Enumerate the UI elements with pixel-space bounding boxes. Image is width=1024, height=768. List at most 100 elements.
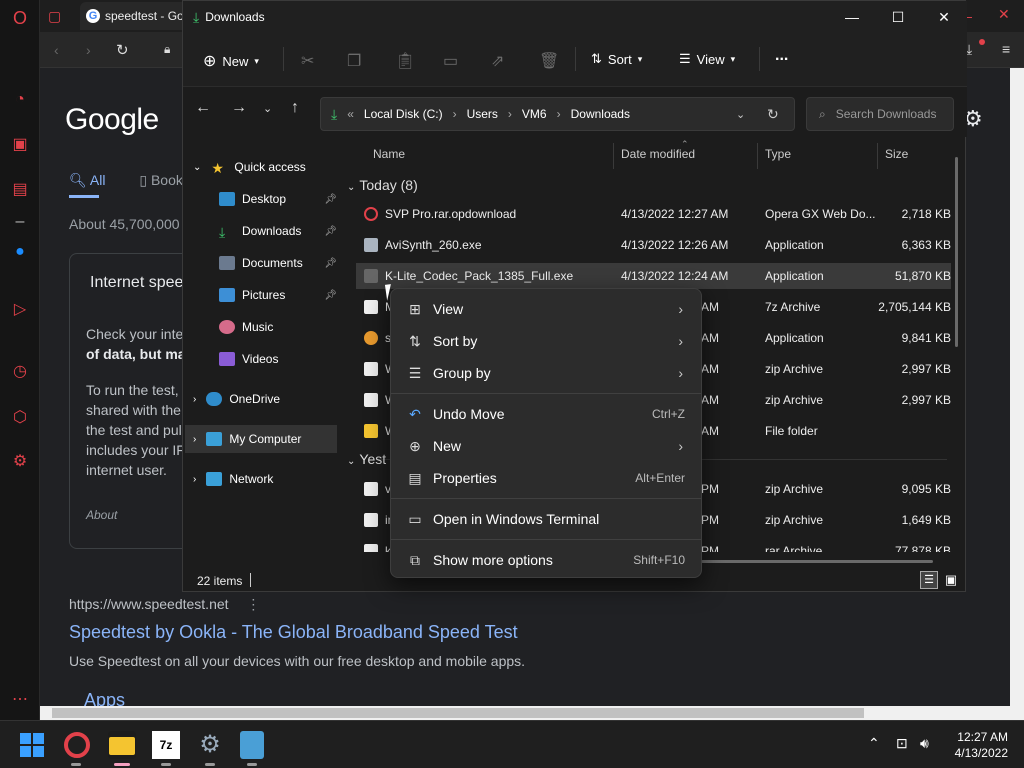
group-today[interactable]: ⌄ Today (8) xyxy=(347,177,418,193)
forward-icon[interactable]: › xyxy=(86,42,91,58)
up-arrow-icon[interactable]: ↑ xyxy=(291,99,299,117)
twitch-icon[interactable]: ▤ xyxy=(10,180,30,200)
rename-icon[interactable]: ▭ xyxy=(443,51,458,71)
view-button[interactable]: ☰ View ▾ xyxy=(679,51,735,67)
list-horizontal-scrollbar[interactable] xyxy=(701,560,933,563)
file-row[interactable]: AviSynth_260.exe 4/13/2022 12:26 AM Applic… xyxy=(356,232,951,258)
breadcrumb-drive[interactable]: Local Disk (C:) xyxy=(364,107,443,121)
address-bar[interactable]: ⤓ « Local Disk (C:) › Users › VM6 › Down… xyxy=(320,97,795,131)
overflow-icon[interactable]: « xyxy=(347,107,354,121)
card-text: Check your inte xyxy=(86,326,184,342)
system-clock[interactable]: 12:27 AM 4/13/2022 xyxy=(955,729,1008,761)
history-icon[interactable]: ◷ xyxy=(10,362,30,382)
nav-network[interactable]: › Network xyxy=(183,465,341,493)
file-explorer-taskbar-icon[interactable] xyxy=(108,731,136,759)
refresh-icon[interactable]: ↻ xyxy=(767,106,779,123)
nav-my-computer[interactable]: › My Computer xyxy=(185,425,337,453)
messenger-icon[interactable]: ● xyxy=(10,242,30,262)
opera-logo-icon[interactable]: O xyxy=(10,8,30,28)
divider xyxy=(283,47,284,71)
menu-item-properties[interactable]: ▤ Properties Alt+Enter xyxy=(395,462,697,494)
control-panel-taskbar-icon[interactable]: ⚙ xyxy=(196,731,224,759)
nav-videos[interactable]: Videos xyxy=(183,345,341,373)
start-button[interactable] xyxy=(20,731,48,759)
undo-icon: ↶ xyxy=(409,405,421,422)
menu-item-undo-move[interactable]: ↶ Undo Move Ctrl+Z xyxy=(395,398,697,430)
card-about-link[interactable]: About xyxy=(86,505,117,525)
more-options-button[interactable]: ... xyxy=(775,47,788,65)
chevron-up-icon[interactable]: ⌃ xyxy=(868,735,880,752)
share-icon[interactable]: ⇗ xyxy=(491,51,504,71)
volume-icon[interactable]: 🔊︎ xyxy=(920,735,929,752)
speed-dial-icon[interactable]: ◔ xyxy=(10,90,30,110)
back-icon[interactable]: ‹ xyxy=(54,42,59,58)
breadcrumb-downloads[interactable]: Downloads xyxy=(571,107,630,121)
google-logo[interactable]: Google xyxy=(65,103,159,137)
collapse-icon: ⌄ xyxy=(347,456,356,467)
new-button[interactable]: ⊕ New ▾ xyxy=(203,51,259,71)
settings-icon[interactable]: ⚙ xyxy=(10,452,30,472)
nav-onedrive[interactable]: › OneDrive xyxy=(183,385,341,413)
menu-item-group-by[interactable]: ☰ Group by › xyxy=(395,357,697,389)
file-row[interactable]: SVP Pro.rar.opdownload 4/13/2022 12:27 AM… xyxy=(356,201,951,227)
minimize-button[interactable]: — xyxy=(829,1,875,33)
opera-sidebar: O ◔ ▣ ▤ – ● ▷ ◷ ⬡ ⚙ ⋯ xyxy=(0,0,40,720)
breadcrumb-user[interactable]: VM6 xyxy=(522,107,547,121)
file-row-selected[interactable]: K-Lite_Codec_Pack_1385_Full.exe 4/13/2022… xyxy=(356,263,951,289)
sort-button[interactable]: ⇅ Sort ▾ xyxy=(591,51,642,67)
reload-icon[interactable]: ↻ xyxy=(116,41,129,59)
list-scrollbar[interactable] xyxy=(955,157,958,347)
group-yesterday[interactable]: ⌄ Yest xyxy=(347,451,386,467)
cut-icon[interactable]: ✂ xyxy=(301,51,314,71)
result-stats: About 45,700,000 xyxy=(69,216,180,232)
result-menu-icon[interactable]: ⋮ xyxy=(246,596,260,612)
bag-icon[interactable]: ▣ xyxy=(10,135,30,155)
tab-speedtest[interactable]: G speedtest - Go xyxy=(80,2,190,30)
horizontal-scrollbar-thumb[interactable] xyxy=(52,708,864,718)
tiles-view-icon[interactable]: ▣ xyxy=(942,571,960,589)
column-name[interactable]: Name xyxy=(373,147,405,161)
gamepad-icon[interactable]: ▢ xyxy=(48,8,61,25)
paste-icon[interactable]: 📋︎ xyxy=(395,51,415,71)
copy-icon[interactable]: ❐ xyxy=(347,51,361,71)
breadcrumb-users[interactable]: Users xyxy=(467,107,498,121)
menu-icon[interactable]: ≡ xyxy=(1002,41,1010,57)
maximize-button[interactable]: ☐ xyxy=(875,1,921,33)
result-title-link[interactable]: Speedtest by Ookla - The Global Broadban… xyxy=(69,622,518,643)
close-browser-icon[interactable]: ✕ xyxy=(998,6,1010,23)
nav-downloads[interactable]: ⤓ Downloads 📌︎ xyxy=(183,217,341,245)
menu-item-view[interactable]: ⊞ View › xyxy=(395,293,697,325)
tab-all[interactable]: All xyxy=(90,172,106,188)
network-tray-icon[interactable]: ⊡ xyxy=(896,735,908,752)
opera-gx-taskbar-icon[interactable] xyxy=(64,732,90,758)
player-icon[interactable]: ▷ xyxy=(10,300,30,320)
forward-arrow-icon[interactable]: → xyxy=(231,99,247,117)
menu-item-more-options[interactable]: ⧉ Show more options Shift+F10 xyxy=(395,544,697,576)
address-dropdown-icon[interactable]: ⌄ xyxy=(736,108,745,121)
seven-zip-taskbar-icon[interactable]: 7z xyxy=(152,731,180,759)
application-icon xyxy=(364,238,378,252)
menu-item-terminal[interactable]: ▭ Open in Windows Terminal xyxy=(395,503,697,535)
details-view-icon[interactable]: ☰ xyxy=(920,571,938,589)
nav-desktop[interactable]: Desktop 📌︎ xyxy=(183,185,341,213)
more-icon[interactable]: ⋯ xyxy=(10,690,30,710)
column-type[interactable]: Type xyxy=(765,147,791,161)
recent-locations-icon[interactable]: ⌄ xyxy=(263,102,272,115)
search-placeholder: Search Downloads xyxy=(835,107,937,121)
close-button[interactable]: ✕ xyxy=(921,1,967,33)
result-url[interactable]: https://www.speedtest.net ⋮ xyxy=(69,596,260,613)
nav-documents[interactable]: Documents 📌︎ xyxy=(183,249,341,277)
nav-quick-access[interactable]: ⌄ ★ Quick access xyxy=(183,153,341,181)
tab-books[interactable]: Book xyxy=(151,172,183,188)
cube-icon[interactable]: ⬡ xyxy=(10,408,30,428)
page-vertical-scrollbar[interactable] xyxy=(1010,68,1024,706)
back-arrow-icon[interactable]: ← xyxy=(195,99,211,117)
menu-item-sort-by[interactable]: ⇅ Sort by › xyxy=(395,325,697,357)
nav-music[interactable]: Music xyxy=(183,313,341,341)
column-size[interactable]: Size xyxy=(885,147,908,161)
delete-icon[interactable]: 🗑︎ xyxy=(539,51,559,71)
nav-pictures[interactable]: Pictures 📌︎ xyxy=(183,281,341,309)
search-box[interactable]: ⌕ Search Downloads xyxy=(806,97,954,131)
notepad-taskbar-icon[interactable] xyxy=(240,731,264,759)
menu-item-new[interactable]: ⊕ New › xyxy=(395,430,697,462)
